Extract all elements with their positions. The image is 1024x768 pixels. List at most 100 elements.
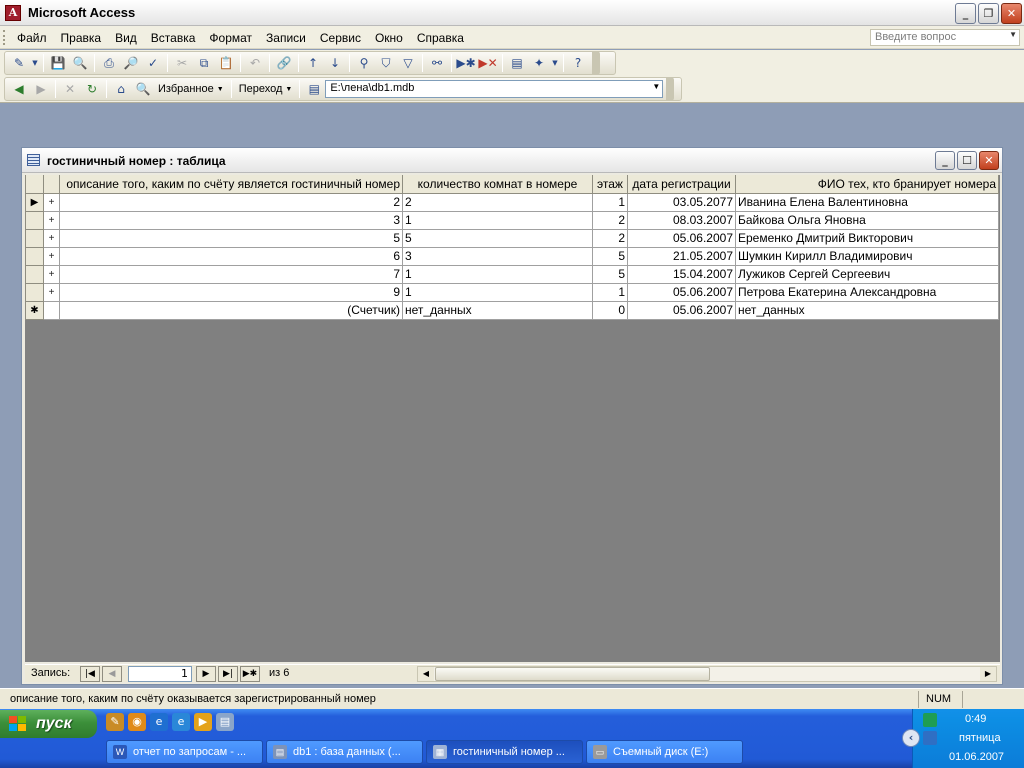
pencil-icon[interactable]: ✎ [106,713,124,731]
cell-rooms[interactable]: 5 [402,228,593,248]
chevron-down-icon[interactable]: ▼ [30,52,40,74]
goto-menu[interactable]: Переход ▼ [235,83,297,95]
stop-icon[interactable]: ✕ [59,78,81,100]
cell-number[interactable]: 6 [59,246,403,266]
next-record-button[interactable]: ▶ [196,666,216,682]
child-close-button[interactable]: ✕ [979,151,999,170]
cell-date[interactable]: 05.06.2007 [627,228,736,248]
browser-icon[interactable]: e [172,713,190,731]
cell-date[interactable]: 05.06.2007 [627,300,736,320]
cell-number[interactable]: 9 [59,282,403,302]
home-icon[interactable]: ⌂ [110,78,132,100]
search-web-icon[interactable]: 🔍 [132,78,154,100]
cell-rooms[interactable]: 2 [402,192,593,212]
refresh-icon[interactable]: ↻ [81,78,103,100]
hyperlink-icon[interactable]: 🔗 [273,52,295,74]
cell-floor[interactable]: 0 [592,300,628,320]
row-selector[interactable] [25,210,44,230]
cell-date[interactable]: 08.03.2007 [627,210,736,230]
apply-filter-icon[interactable]: ▽ [397,52,419,74]
copy-icon[interactable]: ⧉ [193,52,215,74]
paste-icon[interactable]: 📋 [215,52,237,74]
ask-question-input[interactable]: Введите вопрос ▼ [870,29,1020,46]
delete-record-icon[interactable]: ▶✕ [477,52,499,74]
table-row[interactable]: +7 1 5 15.04.2007 Лужиков Сергей Сергеевич [25,264,999,284]
cell-rooms[interactable]: 1 [402,282,593,302]
network-icon[interactable] [923,713,937,727]
back-icon[interactable]: ◀ [8,78,30,100]
address-input[interactable]: E:\лена\db1.mdb ▼ [325,80,664,98]
task-button-database[interactable]: ▤ db1 : база данных (... [266,740,423,764]
sort-descending-icon[interactable]: ↓ [324,52,346,74]
cell-floor[interactable]: 1 [592,282,628,302]
cut-icon[interactable]: ✂ [171,52,193,74]
child-maximize-button[interactable]: ☐ [957,151,977,170]
undo-icon[interactable]: ↶ [244,52,266,74]
show-only-web-toolbar-icon[interactable]: ▤ [303,78,325,100]
column-header-number[interactable]: описание того, каким по счёту является г… [59,175,403,194]
task-button-table[interactable]: ▦ гостиничный номер ... [426,740,583,764]
cell-floor[interactable]: 5 [592,246,628,266]
filter-by-form-icon[interactable]: ⛉ [375,52,397,74]
chevron-down-icon[interactable]: ▼ [550,52,560,74]
current-row-indicator[interactable]: ▶ [25,192,44,212]
expand-subdatasheet-icon[interactable]: + [43,282,60,302]
scroll-thumb[interactable] [435,667,710,681]
column-header-guest[interactable]: ФИО тех, кто бранирует номера [735,175,999,194]
filter-by-selection-icon[interactable]: ⚲ [353,52,375,74]
cell-guest[interactable]: Еременко Дмитрий Викторович [735,228,999,248]
toolbar-options-handle[interactable] [592,51,600,75]
cell-floor[interactable]: 2 [592,210,628,230]
table-row[interactable]: +9 1 1 05.06.2007 Петрова Екатерина Александ… [25,282,999,302]
cell-floor[interactable]: 2 [592,228,628,248]
cell-rooms[interactable]: 1 [402,210,593,230]
cell-date[interactable]: 15.04.2007 [627,264,736,284]
cell-guest[interactable]: нет_данных [735,300,999,320]
access-icon[interactable]: A [5,5,21,21]
cell-guest[interactable]: Петрова Екатерина Александровна [735,282,999,302]
new-record-row[interactable]: ✱ (Счетчик) нет_данных 0 05.06.2007 нет_данны… [25,300,999,320]
table-row[interactable]: +6 3 5 21.05.2007 Шумкин Кирилл Владимирович [25,246,999,266]
table-row[interactable]: +5 5 2 05.06.2007 Еременко Дмитрий Викторови… [25,228,999,248]
cell-date[interactable]: 05.06.2007 [627,282,736,302]
cell-guest[interactable]: Иванина Елена Валентиновна [735,192,999,212]
help-icon[interactable]: ? [567,52,589,74]
table-icon[interactable] [27,154,40,166]
new-record-icon[interactable]: ▶✱ [455,52,477,74]
cell-floor[interactable]: 5 [592,264,628,284]
scroll-right-icon[interactable]: ▶ [980,667,996,681]
sort-ascending-icon[interactable]: ↑ [302,52,324,74]
toolbar-options-handle[interactable] [666,77,675,101]
cell-floor[interactable]: 1 [592,192,628,212]
task-button-report[interactable]: W отчет по запросам - ... [106,740,263,764]
cell-date[interactable]: 21.05.2007 [627,246,736,266]
child-minimize-button[interactable]: _ [935,151,955,170]
row-selector[interactable] [25,228,44,248]
menu-grip[interactable] [3,30,6,45]
task-button-drive[interactable]: ▭ Съемный диск (E:) [586,740,743,764]
column-header-date[interactable]: дата регистрации [627,175,736,194]
cell-rooms[interactable]: 1 [402,264,593,284]
first-record-button[interactable]: |◀ [80,666,100,682]
close-button[interactable]: ✕ [1001,3,1022,24]
forward-icon[interactable]: ▶ [30,78,52,100]
table-row[interactable]: +3 1 2 08.03.2007 Байкова Ольга Яновна [25,210,999,230]
menu-item-4[interactable]: Формат [202,31,259,45]
column-header-floor[interactable]: этаж [592,175,628,194]
expand-subdatasheet-icon[interactable]: + [43,210,60,230]
new-record-button[interactable]: ▶✱ [240,666,260,682]
chevron-left-icon[interactable]: ‹ [902,729,920,747]
database-window-icon[interactable]: ▤ [506,52,528,74]
cell-date[interactable]: 03.05.2077 [627,192,736,212]
expand-subdatasheet-icon[interactable]: + [43,264,60,284]
cell-rooms[interactable]: 3 [402,246,593,266]
chevron-down-icon[interactable]: ▼ [652,82,660,91]
favorites-menu[interactable]: Избранное ▼ [154,83,228,95]
cell-number[interactable]: (Счетчик) [59,300,403,320]
row-selector[interactable] [25,264,44,284]
print-preview-icon[interactable]: 🔎 [120,52,142,74]
save-icon[interactable]: 💾 [47,52,69,74]
scroll-left-icon[interactable]: ◀ [418,667,434,681]
cell-number[interactable]: 5 [59,228,403,248]
menu-item-6[interactable]: Сервис [313,31,368,45]
